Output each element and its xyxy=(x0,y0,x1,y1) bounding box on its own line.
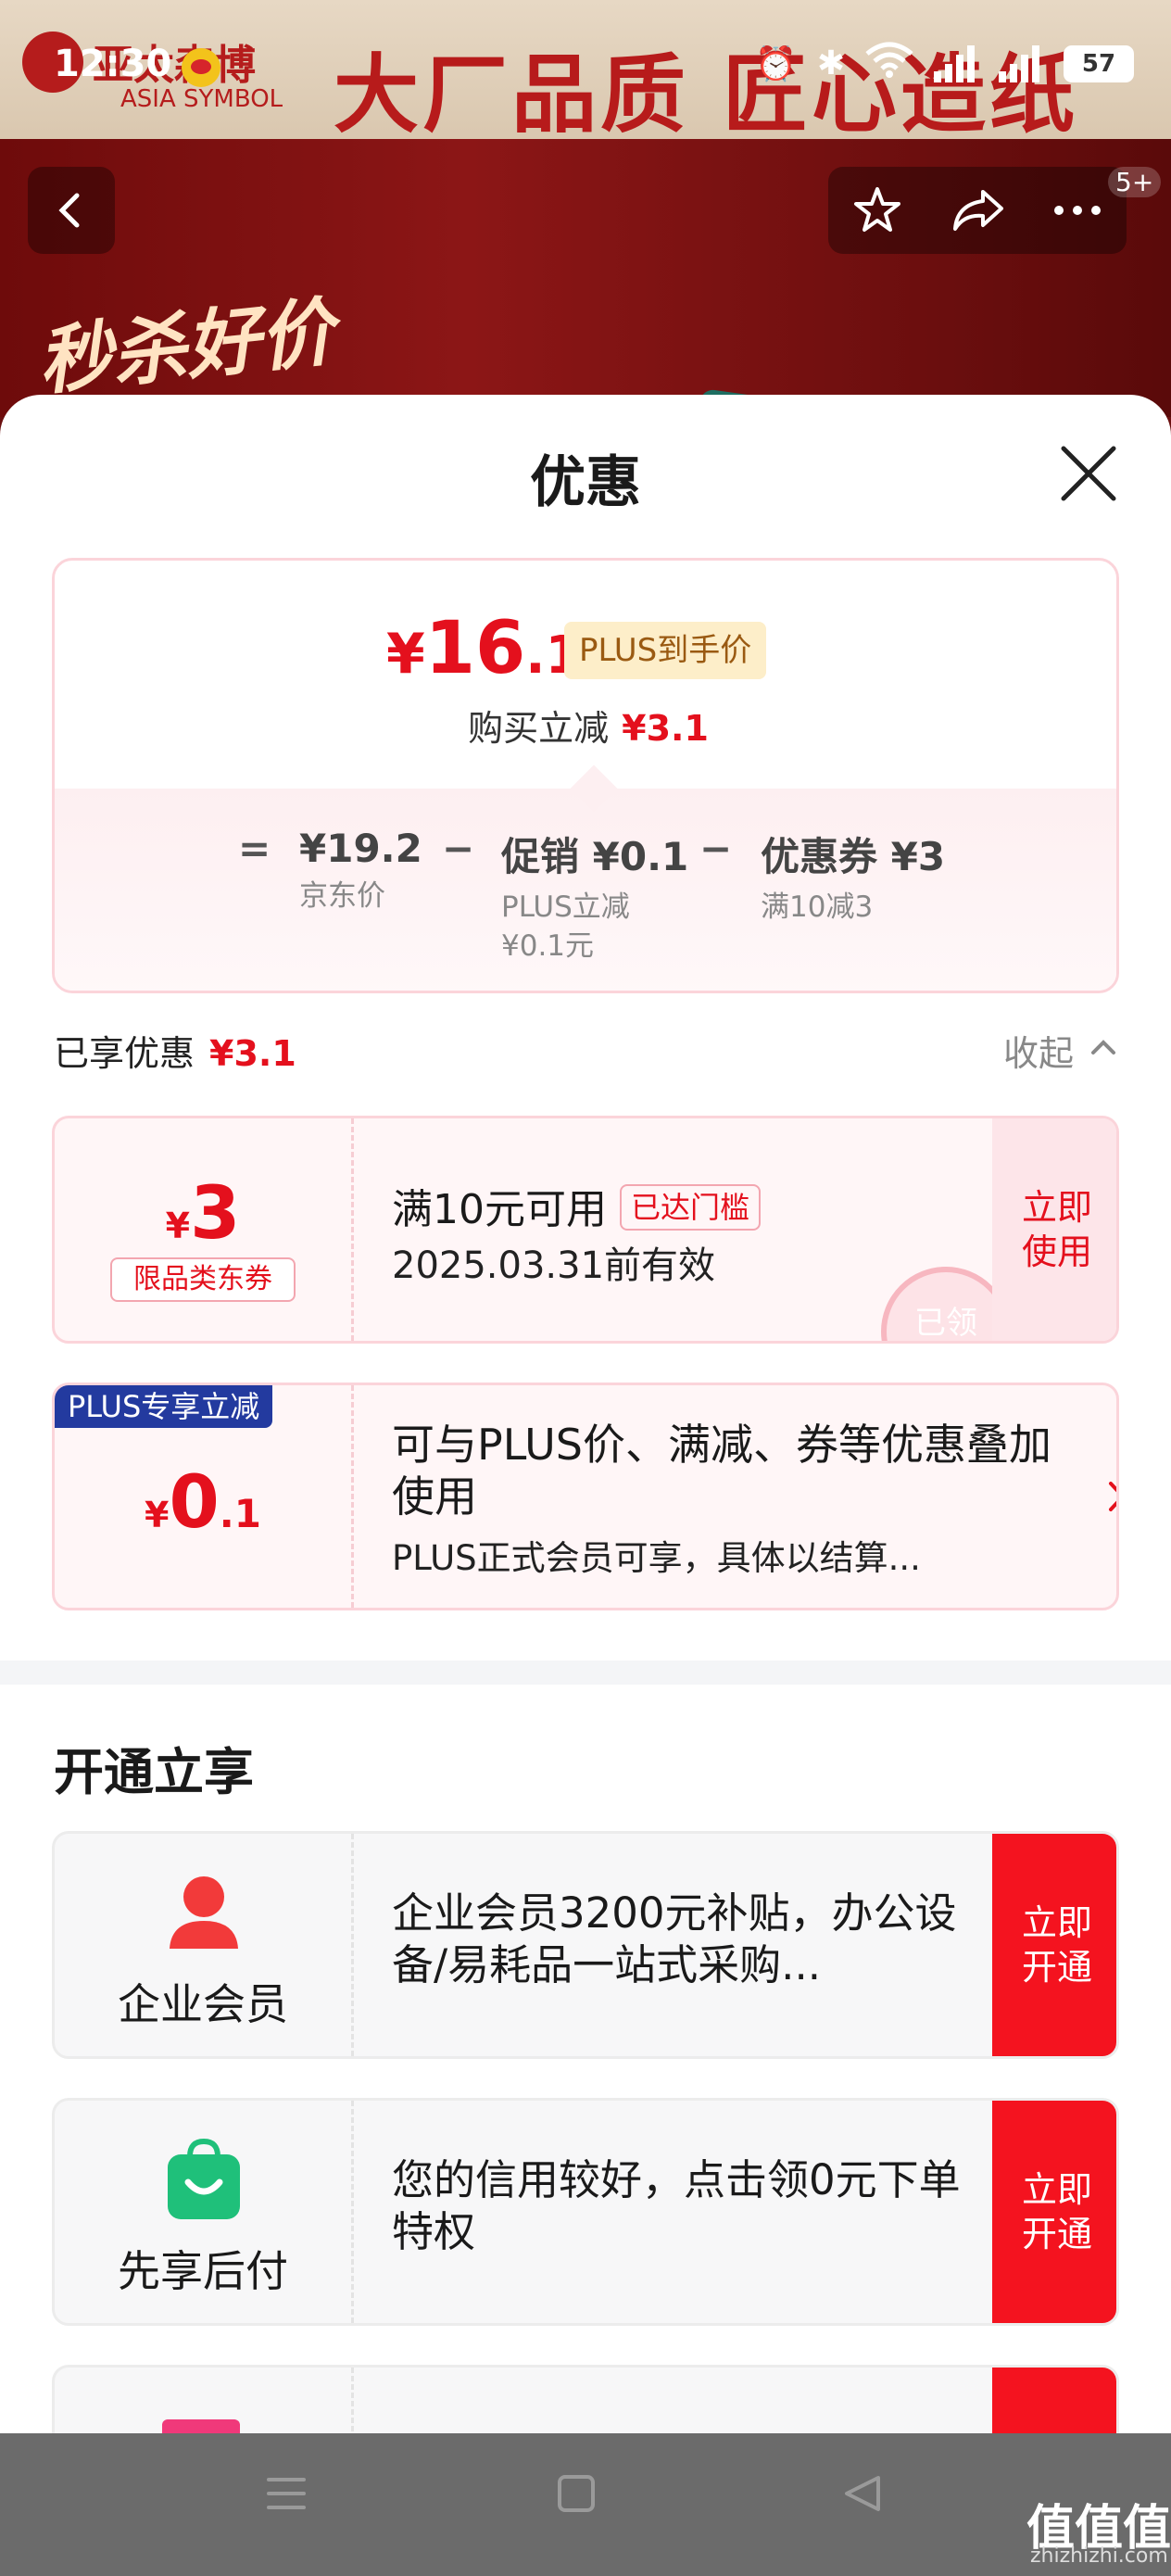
final-price: ¥ 16 .1 xyxy=(386,607,582,690)
promotion-label: PLUS立减 ¥0.1元 xyxy=(501,890,630,963)
chevron-left-icon xyxy=(58,193,80,228)
message-count-badge: 5+ xyxy=(1108,167,1162,197)
coupon-threshold: 满10元可用 xyxy=(392,1186,607,1233)
enjoyed-label: 已享优惠 xyxy=(54,1033,195,1074)
enjoyed-discount: 已享优惠 ¥3.1 xyxy=(54,1025,296,1076)
open-pay-later-button[interactable]: 立即 开通 xyxy=(992,2101,1116,2323)
breakdown-promotion: 促销 ¥0.1 PLUS立减 ¥0.1元 xyxy=(501,826,688,966)
signal-5g-icon-1 xyxy=(934,44,978,82)
coupon-value: 优惠券 ¥3 xyxy=(761,834,946,879)
wifi-icon xyxy=(865,41,913,86)
chevron-up-icon[interactable] xyxy=(1089,1036,1117,1058)
signal-5g-icon-2 xyxy=(999,44,1043,82)
close-icon[interactable] xyxy=(1058,443,1119,504)
coupon-amount: ¥3 xyxy=(55,1172,351,1256)
pay-later-card[interactable]: 先享后付 您的信用较好，点击领0元下单特权 立即 开通 xyxy=(52,2098,1119,2326)
use-now-button[interactable]: 立即 使用 xyxy=(992,1118,1116,1341)
shopping-bag-icon xyxy=(168,2138,240,2219)
open-enterprise-button[interactable]: 立即 开通 xyxy=(992,1834,1116,2056)
person-icon xyxy=(170,1876,238,1949)
collapse-button[interactable]: 收起 xyxy=(1003,1025,1074,1076)
enterprise-member-desc: 企业会员3200元补贴，办公设备/易耗品一站式采购... xyxy=(392,1888,957,1989)
price-summary-card: ¥ 16 .1 PLUS到手价 购买立减 ¥3.1 = ¥19.2 京东价 − 促… xyxy=(52,558,1119,993)
brand-name-en: ASIA SYMBOL xyxy=(120,85,283,113)
watermark-url: zhizhizhi.com xyxy=(1030,2544,1168,2568)
enterprise-member-name: 企业会员 xyxy=(118,1979,288,2029)
equals-operator: = xyxy=(238,826,271,871)
coupon-amount-value: 3 xyxy=(190,1172,241,1256)
discount-sheet: 优惠 ¥ 16 .1 PLUS到手价 购买立减 ¥3.1 = ¥19.2 京东价 … xyxy=(0,395,1171,2576)
menu-icon[interactable] xyxy=(265,2472,308,2515)
instant-reduction: 购买立减 ¥3.1 xyxy=(55,700,1116,751)
threshold-met-tag: 已达门槛 xyxy=(620,1184,762,1231)
section-title: 开通立享 xyxy=(54,1743,254,1801)
card-divider xyxy=(351,2101,354,2323)
screen: { "status_bar": { "time": "12:30", "batt… xyxy=(0,0,1171,2576)
plus-discount-amount: ¥0.1 xyxy=(55,1461,351,1545)
back-button[interactable] xyxy=(28,167,115,254)
plus-currency: ¥ xyxy=(145,1495,170,1535)
alarm-icon: ⏰ xyxy=(755,44,797,83)
plus-eligibility: PLUS正式会员可享，具体以结算... xyxy=(392,1538,921,1578)
plus-description: 可与PLUS价、满减、券等优惠叠加使用 xyxy=(392,1420,1051,1522)
minus-operator: − xyxy=(442,826,475,871)
breakdown-coupon: 优惠券 ¥3 满10减3 xyxy=(761,826,945,927)
final-price-integer: 16 xyxy=(424,607,526,690)
battery-icon: 57 xyxy=(1064,44,1134,82)
plus-amount-dec: .1 xyxy=(219,1491,261,1536)
home-icon[interactable] xyxy=(556,2472,597,2515)
coupon-card[interactable]: ¥3 限品类东券 满10元可用 已达门槛 2025.03.31前有效 已领 立即 … xyxy=(52,1116,1119,1344)
share-icon[interactable] xyxy=(950,184,1005,236)
jd-price-value: ¥19.2 xyxy=(299,826,422,871)
enterprise-member-card[interactable]: 企业会员 企业会员3200元补贴，办公设备/易耗品一站式采购... 立即 开通 xyxy=(52,1831,1119,2059)
page-actions xyxy=(828,167,1127,254)
section-divider xyxy=(0,1661,1171,1685)
coupon-type-badge: 限品类东券 xyxy=(110,1257,296,1302)
enjoyed-value: ¥3.1 xyxy=(209,1033,296,1074)
bluetooth-icon: ✱ xyxy=(816,44,845,82)
system-navigation-bar xyxy=(0,2433,1171,2576)
plus-ribbon: PLUS专享立减 xyxy=(55,1385,273,1428)
pay-later-desc: 您的信用较好，点击领0元下单特权 xyxy=(392,2155,961,2256)
weibo-notification-icon xyxy=(182,48,220,87)
plus-amount-int: 0 xyxy=(169,1461,220,1545)
sheet-title: 优惠 xyxy=(530,450,641,515)
coupon-currency: ¥ xyxy=(165,1206,191,1246)
instant-reduction-label: 购买立减 xyxy=(468,708,610,749)
claimed-stamp: 已领 xyxy=(881,1267,1011,1341)
jd-price-label: 京东价 xyxy=(299,879,385,913)
minus-operator: − xyxy=(699,826,733,871)
back-triangle-icon[interactable] xyxy=(841,2472,884,2515)
currency-symbol: ¥ xyxy=(386,622,425,687)
chevron-right-icon[interactable] xyxy=(1107,1480,1119,1513)
status-time: 12:30 xyxy=(54,43,172,85)
plus-price-tag: PLUS到手价 xyxy=(564,622,767,679)
status-icons: ⏰ ✱ 57 xyxy=(755,41,1134,86)
star-icon[interactable] xyxy=(851,184,903,236)
promotion-value: 促销 ¥0.1 xyxy=(501,834,689,879)
more-icon[interactable] xyxy=(1051,201,1103,220)
price-breakdown: = ¥19.2 京东价 − 促销 ¥0.1 PLUS立减 ¥0.1元 − 优惠券… xyxy=(55,820,1116,991)
plus-discount-card[interactable]: PLUS专享立减 ¥0.1 可与PLUS价、满减、券等优惠叠加使用 PLUS正式… xyxy=(52,1383,1119,1610)
pay-later-name: 先享后付 xyxy=(118,2246,288,2296)
coupon-condition: 满10减3 xyxy=(761,890,874,924)
coupon-title: 满10元可用 已达门槛 xyxy=(392,1176,762,1235)
coupon-divider xyxy=(351,1118,354,1341)
coupon-divider xyxy=(351,1385,354,1608)
instant-reduction-value: ¥3.1 xyxy=(622,708,709,749)
breakdown-jd-price: ¥19.2 京东价 xyxy=(299,826,422,915)
card-divider xyxy=(351,1834,354,2056)
coupon-validity: 2025.03.31前有效 xyxy=(392,1244,716,1287)
